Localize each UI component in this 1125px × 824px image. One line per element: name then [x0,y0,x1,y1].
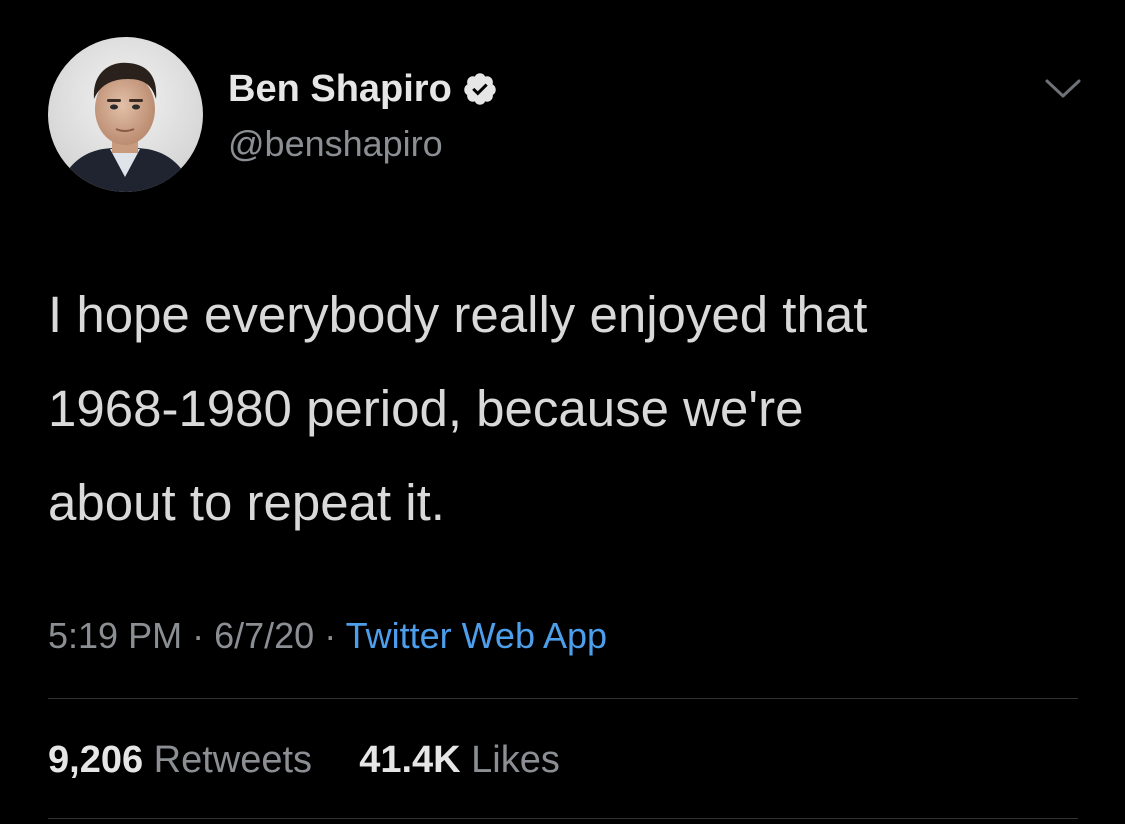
tweet-stats: 9,206 Retweets 41.4K Likes [48,736,560,784]
user-name-row[interactable]: Ben Shapiro [228,66,498,112]
likes-label: Likes [471,739,560,781]
verified-badge-icon [462,71,498,107]
tweet-time[interactable]: 5:19 PM [48,615,182,656]
tweet-text: I hope everybody really enjoyed that 196… [48,268,1088,550]
tweet-card: Ben Shapiro @benshapiro I hope everybody… [0,0,1125,824]
tweet-text-line: 1968-1980 period, because we're [48,380,804,437]
user-handle[interactable]: @benshapiro [228,122,443,166]
meta-separator: · [192,615,205,656]
tweet-text-line: about to repeat it. [48,474,445,531]
likes-count: 41.4K [359,739,461,781]
meta-separator: · [324,615,337,656]
retweets-stat[interactable]: 9,206 Retweets [48,739,323,781]
tweet-date[interactable]: 6/7/20 [214,615,314,656]
tweet-source-link[interactable]: Twitter Web App [346,615,607,656]
avatar[interactable] [48,37,203,192]
divider [48,818,1078,819]
display-name[interactable]: Ben Shapiro [228,66,452,112]
retweets-label: Retweets [153,739,313,781]
chevron-down-icon[interactable] [1043,76,1083,102]
likes-stat[interactable]: 41.4K Likes [349,739,560,781]
tweet-meta: 5:19 PM · 6/7/20 · Twitter Web App [48,612,607,660]
retweets-count: 9,206 [48,739,144,781]
tweet-text-line: I hope everybody really enjoyed that [48,286,868,343]
divider [48,698,1078,699]
avatar-photo [48,37,203,192]
